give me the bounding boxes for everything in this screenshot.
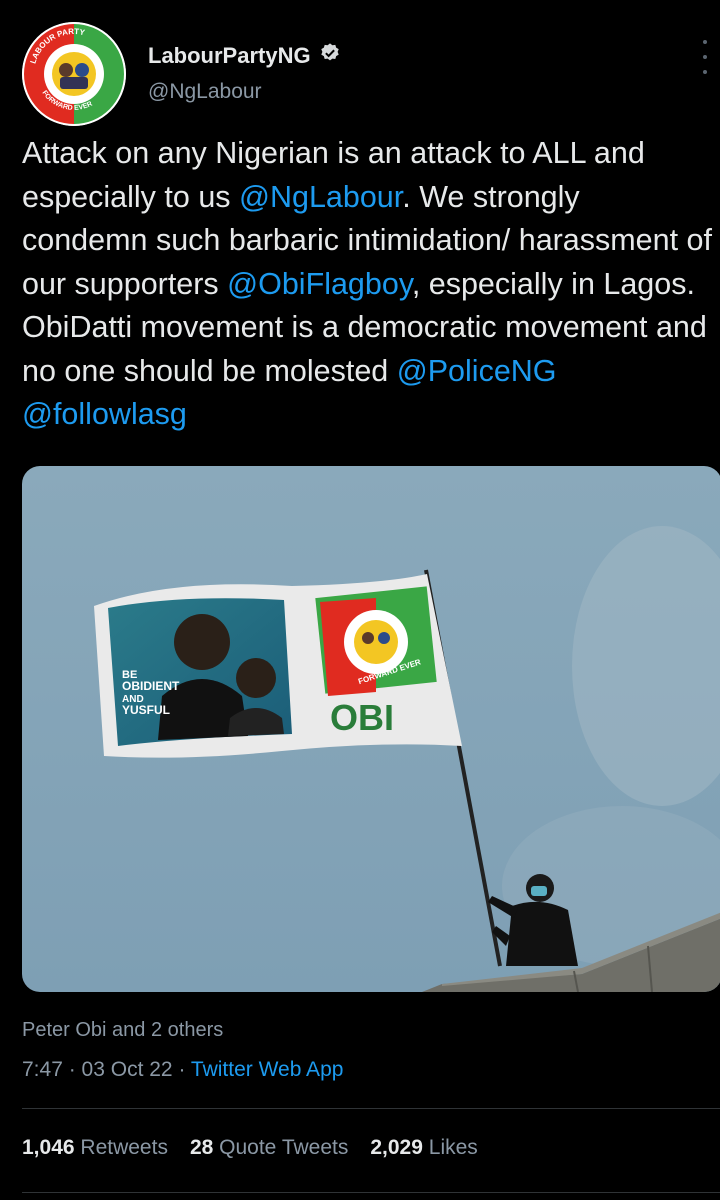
- divider: [22, 1192, 720, 1193]
- flag-obi-text: OBI: [330, 697, 394, 738]
- flag-slogan-2: OBIDIENT: [122, 679, 180, 693]
- tweet-photo[interactable]: BE OBIDIENT AND YUSFUL FORWARD EVER OBI: [22, 466, 720, 992]
- avatar[interactable]: LABOUR PARTY FORWARD EVER: [22, 22, 126, 126]
- quotes-count: 28: [189, 1136, 214, 1159]
- retweets-count: 1,046: [22, 1136, 75, 1159]
- display-name[interactable]: LabourPartyNG: [148, 42, 341, 70]
- tweet-source-link[interactable]: Twitter Web App: [191, 1058, 344, 1081]
- meta-separator: ·: [172, 1058, 191, 1081]
- quotes-stat[interactable]: 28 Quote Tweets: [190, 1136, 348, 1160]
- likes-label: Likes: [428, 1136, 478, 1159]
- labour-party-logo: LABOUR PARTY FORWARD EVER: [22, 22, 126, 126]
- flag-slogan-4: YUSFUL: [122, 703, 170, 717]
- retweets-label: Retweets: [80, 1136, 168, 1159]
- divider: [22, 1108, 720, 1109]
- mention-followlasg[interactable]: @followlasg: [22, 397, 187, 431]
- tweet-text: Attack on any Nigerian is an attack to A…: [22, 132, 712, 437]
- tweet-time[interactable]: 7:47: [22, 1058, 63, 1081]
- likes-count: 2,029: [370, 1136, 423, 1159]
- quotes-label: Quote Tweets: [219, 1136, 349, 1159]
- retweets-stat[interactable]: 1,046 Retweets: [22, 1136, 168, 1160]
- flag-banner: BE OBIDIENT AND YUSFUL FORWARD EVER OBI: [94, 574, 462, 758]
- verified-badge-icon: [319, 42, 341, 70]
- tweet-metadata: 7:47 · 03 Oct 22 · Twitter Web App: [22, 1058, 343, 1082]
- mention-policeng[interactable]: @PoliceNG: [397, 354, 557, 388]
- likes-stat[interactable]: 2,029 Likes: [370, 1136, 477, 1160]
- liked-by-text[interactable]: Peter Obi and 2 others: [22, 1019, 223, 1042]
- tweet-stats: 1,046 Retweets 28 Quote Tweets 2,029 Lik…: [22, 1136, 478, 1160]
- author-name: LabourPartyNG: [148, 43, 311, 68]
- meta-separator: ·: [62, 1058, 82, 1081]
- mention-obiflagboy[interactable]: @ObiFlagboy: [227, 267, 412, 301]
- mention-nglabour[interactable]: @NgLabour: [239, 180, 402, 214]
- tweet-date[interactable]: 03 Oct 22: [82, 1058, 173, 1081]
- more-options-icon[interactable]: [696, 40, 714, 74]
- author-handle[interactable]: @NgLabour: [148, 80, 262, 104]
